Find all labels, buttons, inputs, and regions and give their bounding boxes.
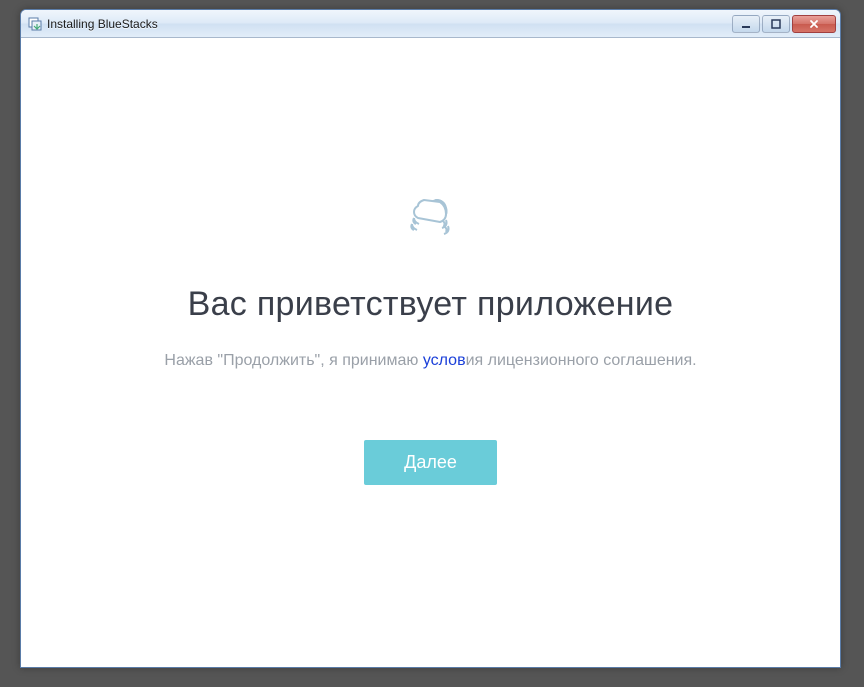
window-controls [732,15,836,33]
license-link[interactable]: услов [423,352,466,369]
welcome-heading: Вас приветствует приложение [188,285,674,324]
installer-window: Installing BlueStacks [20,9,841,668]
installer-content: Вас приветствует приложение Нажав "Продо… [21,38,840,667]
maximize-button[interactable] [762,15,790,33]
close-button[interactable] [792,15,836,33]
titlebar: Installing BlueStacks [21,10,840,38]
license-text: Нажав "Продолжить", я принимаю условия л… [164,352,696,370]
next-button[interactable]: Далее [364,440,497,485]
license-text-after: ия лицензионного соглашения. [466,352,697,369]
installer-icon [27,16,43,32]
minimize-button[interactable] [732,15,760,33]
maximize-icon [770,18,782,30]
window-title: Installing BlueStacks [47,17,732,31]
bluestacks-logo-icon [396,180,466,255]
minimize-icon [740,18,752,30]
close-icon [807,18,821,30]
license-text-before: Нажав "Продолжить", я принимаю [164,352,422,369]
